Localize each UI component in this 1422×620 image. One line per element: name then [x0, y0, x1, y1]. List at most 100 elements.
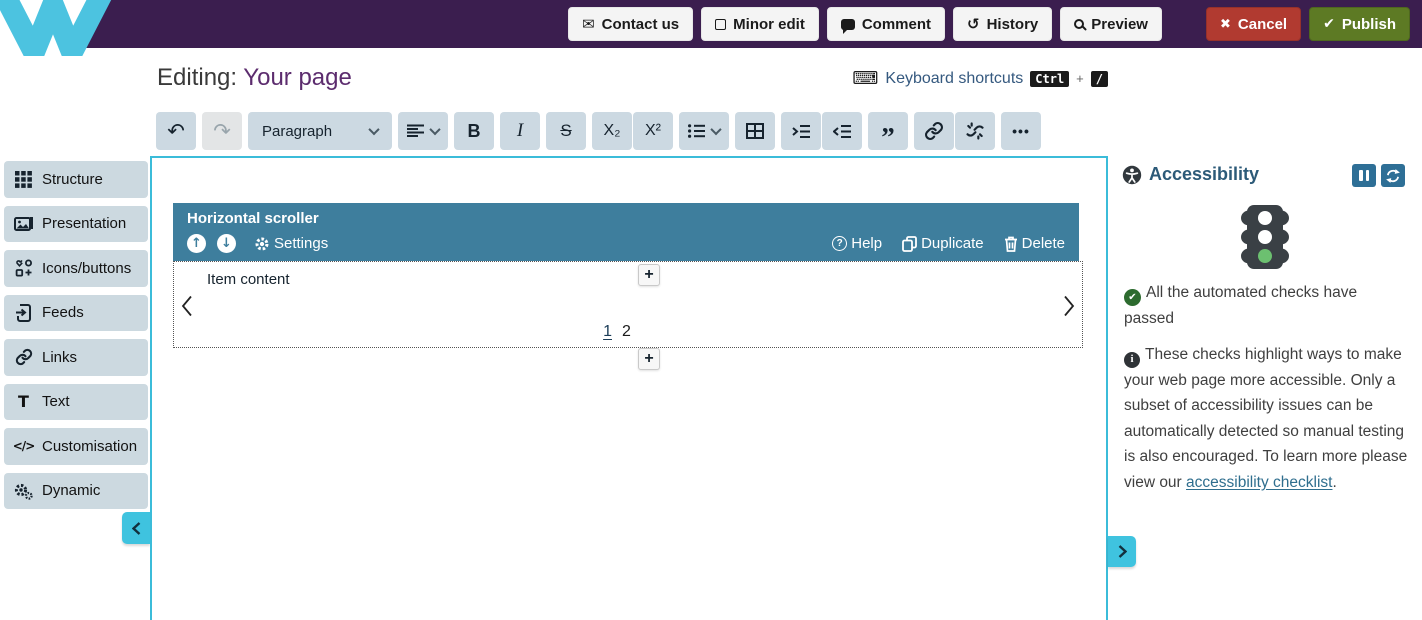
pause-checks-button[interactable]	[1352, 164, 1376, 187]
collapse-accessibility-panel-button[interactable]	[1108, 536, 1136, 567]
chain-link-icon	[14, 348, 33, 366]
refresh-icon	[1385, 168, 1401, 184]
comment-button[interactable]: Comment	[827, 7, 945, 41]
outdent-icon	[833, 124, 852, 139]
chevron-right-icon	[1063, 295, 1075, 317]
scroller-pagination: 12	[174, 323, 1060, 341]
link-button[interactable]	[914, 112, 954, 150]
scroller-item[interactable]: Item content	[207, 271, 290, 288]
image-icon	[14, 215, 33, 232]
contact-us-button[interactable]: ✉ Contact us	[568, 7, 693, 41]
check-circle-icon: ✔	[1124, 289, 1141, 306]
block-header-right-actions: ? Help Duplicate	[832, 235, 1065, 252]
checkbox-icon	[715, 19, 726, 30]
add-item-above-button[interactable]: +	[638, 264, 660, 286]
block-duplicate-button[interactable]: Duplicate	[902, 235, 984, 252]
sidebar-item-label: Icons/buttons	[42, 260, 131, 277]
sidebar-item-text[interactable]: T Text	[4, 384, 148, 421]
indent-button[interactable]	[781, 112, 821, 150]
scroller-next-button[interactable]	[1063, 295, 1075, 320]
block-help-button[interactable]: ? Help	[832, 235, 882, 252]
arrow-up-icon: ↑	[191, 237, 202, 250]
redo-icon: ↷	[213, 121, 231, 142]
publish-button[interactable]: ✔ Publish	[1309, 7, 1410, 41]
history-button[interactable]: ↺ History	[953, 7, 1052, 41]
rerun-checks-button[interactable]	[1381, 164, 1405, 187]
minor-edit-button[interactable]: Minor edit	[701, 7, 819, 41]
sidebar-item-label: Feeds	[42, 304, 84, 321]
indent-icon	[792, 124, 811, 139]
sidebar-item-label: Links	[42, 349, 77, 366]
top-bar-actions: ✉ Contact us Minor edit Comment ↺ Histor…	[568, 7, 1410, 41]
traffic-light-icon	[1237, 203, 1293, 275]
slash-key-badge: /	[1091, 71, 1108, 87]
unlink-button[interactable]	[955, 112, 995, 150]
help-icon: ?	[832, 236, 847, 251]
paragraph-style-value: Paragraph	[262, 123, 332, 140]
editor-canvas[interactable]: Horizontal scroller ↑ ↓ Settings ? Help	[150, 156, 1108, 620]
sidebar-item-presentation[interactable]: Presentation	[4, 206, 148, 243]
undo-button[interactable]: ↶	[156, 112, 196, 150]
blockquote-button[interactable]: ”	[868, 112, 908, 150]
strikethrough-button[interactable]: S	[546, 112, 586, 150]
chevron-down-icon	[368, 124, 379, 135]
horizontal-scroller-block: Horizontal scroller ↑ ↓ Settings ? Help	[173, 203, 1083, 348]
passed-text: All the automated checks have passed	[1124, 284, 1357, 327]
arrow-down-icon: ↓	[221, 237, 232, 250]
sidebar-item-label: Presentation	[42, 215, 126, 232]
more-options-button[interactable]: •••	[1001, 112, 1041, 150]
preview-button[interactable]: Preview	[1060, 7, 1162, 41]
trash-icon	[1004, 236, 1018, 252]
component-sidebar: Structure Presentation Icons/buttons Fee…	[4, 161, 148, 509]
sidebar-item-customisation[interactable]: </> Customisation	[4, 428, 148, 465]
list-dropdown[interactable]	[679, 112, 729, 150]
sidebar-item-label: Structure	[42, 171, 103, 188]
plus-separator: +	[1076, 71, 1084, 86]
unlink-icon	[965, 121, 985, 141]
checks-passed-message: ✔All the automated checks have passed	[1124, 280, 1410, 331]
sidebar-item-links[interactable]: Links	[4, 339, 148, 376]
sidebar-item-label: Text	[42, 393, 70, 410]
accessibility-person-icon	[1122, 165, 1142, 185]
accessibility-checklist-link[interactable]: accessibility checklist	[1186, 474, 1332, 491]
redo-button[interactable]: ↷	[202, 112, 242, 150]
page-2-link[interactable]: 2	[622, 323, 631, 340]
move-down-button[interactable]: ↓	[217, 234, 236, 253]
minor-edit-label: Minor edit	[733, 16, 805, 33]
block-settings-button[interactable]: Settings	[254, 235, 328, 252]
accessibility-panel-header: Accessibility	[1122, 164, 1259, 185]
duplicate-label: Duplicate	[921, 235, 984, 252]
bold-button[interactable]: B	[454, 112, 494, 150]
sidebar-item-label: Customisation	[42, 438, 137, 455]
sidebar-item-icons-buttons[interactable]: Icons/buttons	[4, 250, 148, 287]
scroller-content-area: + Item content 12 +	[173, 261, 1083, 348]
sidebar-item-dynamic[interactable]: Dynamic	[4, 473, 148, 510]
superscript-button[interactable]: X²	[633, 112, 673, 150]
delete-label: Delete	[1022, 235, 1065, 252]
sidebar-item-feeds[interactable]: Feeds	[4, 295, 148, 332]
move-up-button[interactable]: ↑	[187, 234, 206, 253]
keyboard-shortcuts[interactable]: ⌨ Keyboard shortcuts Ctrl + /	[852, 68, 1108, 89]
keyboard-icon: ⌨	[852, 68, 878, 89]
chevron-down-icon	[429, 124, 440, 135]
outdent-button[interactable]	[822, 112, 862, 150]
table-button[interactable]	[735, 112, 775, 150]
subscript-button[interactable]: X₂	[592, 112, 632, 150]
cancel-button[interactable]: ✖ Cancel	[1206, 7, 1301, 41]
collapse-sidebar-button[interactable]	[122, 512, 150, 544]
history-icon: ↺	[967, 17, 980, 32]
align-left-icon	[407, 124, 425, 138]
page-1-link[interactable]: 1	[603, 323, 612, 340]
page-name: Your page	[243, 64, 352, 91]
block-delete-button[interactable]: Delete	[1004, 235, 1065, 252]
scroller-prev-button[interactable]	[181, 295, 193, 320]
brand-logo-w-icon[interactable]	[0, 0, 112, 56]
accessibility-info-text: iThese checks highlight ways to make you…	[1124, 342, 1414, 495]
add-block-below-button[interactable]: +	[638, 348, 660, 370]
top-bar: ✉ Contact us Minor edit Comment ↺ Histor…	[0, 0, 1422, 48]
italic-button[interactable]: I	[500, 112, 540, 150]
sidebar-item-structure[interactable]: Structure	[4, 161, 148, 198]
alignment-dropdown[interactable]	[398, 112, 448, 150]
gears-icon	[14, 482, 33, 500]
paragraph-style-dropdown[interactable]: Paragraph	[248, 112, 392, 150]
